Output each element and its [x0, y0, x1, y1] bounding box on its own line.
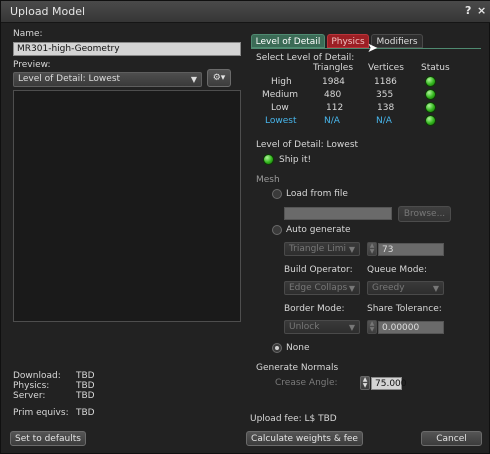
none-radio[interactable] [272, 343, 282, 353]
chevron-down-icon: ▼ [348, 245, 355, 254]
current-lod-label: Level of Detail: Lowest [256, 140, 359, 150]
lod-row-name-lowest[interactable]: Lowest [265, 116, 296, 126]
lod-row-triangles-low: 112 [326, 103, 344, 113]
gear-icon: ⚙▾ [212, 73, 226, 83]
status-ok-icon [425, 89, 436, 100]
lod-row-vertices-lowest: N/A [376, 116, 392, 126]
preview-lod-select-value: Level of Detail: Lowest [18, 74, 121, 84]
triangles-header: Triangles [313, 63, 354, 73]
help-icon[interactable]: ? [465, 4, 471, 17]
chevron-down-icon: ▼ [432, 284, 439, 293]
mesh-section-label: Mesh [256, 175, 280, 185]
lod-row-vertices-low: 138 [377, 103, 395, 113]
upload-fee-label: Upload fee: L$ TBD [250, 414, 337, 424]
tab-level-of-detail[interactable]: Level of Detail [251, 34, 325, 48]
title-bar[interactable]: Upload Model ? × [1, 1, 490, 23]
lod-row-name-high[interactable]: High [271, 77, 292, 87]
chevron-down-icon: ▼ [190, 75, 197, 84]
lod-row-triangles-medium: 480 [324, 90, 342, 100]
download-cost-value: TBD [76, 371, 95, 381]
generate-normals-label: Generate Normals [256, 363, 339, 373]
chevron-down-icon: ▼ [348, 323, 355, 332]
tab-underline [251, 48, 481, 49]
build-operator-label: Build Operator: [284, 265, 353, 275]
queue-mode-label: Queue Mode: [367, 265, 427, 275]
status-header: Status [421, 63, 450, 73]
lod-row-triangles-lowest: N/A [324, 116, 340, 126]
crease-angle-stepper[interactable]: ▲ ▼ [360, 376, 370, 390]
share-tolerance-stepper[interactable]: ▲ ▼ [367, 320, 377, 334]
none-label: None [286, 343, 310, 353]
file-path-input[interactable] [284, 207, 392, 220]
share-tolerance-input[interactable]: 0.00000 [378, 321, 444, 334]
mouse-cursor-icon: ➤ [367, 41, 378, 56]
lod-row-vertices-medium: 355 [376, 90, 394, 100]
calculate-weights-fee-button[interactable]: Calculate weights & fee [246, 431, 363, 446]
border-mode-label: Border Mode: [284, 304, 345, 314]
triangle-limit-select-value: Triangle Limi [289, 244, 346, 254]
vertices-header: Vertices [368, 63, 404, 73]
chevron-down-icon: ▼ [348, 284, 355, 293]
share-tolerance-label: Share Tolerance: [367, 304, 442, 314]
ship-it-status-icon [263, 154, 274, 165]
auto-generate-radio[interactable] [272, 225, 282, 235]
set-to-defaults-button[interactable]: Set to defaults [10, 431, 86, 446]
select-lod-label: Select Level of Detail: [256, 53, 355, 63]
tab-modifiers[interactable]: Modifiers [371, 34, 423, 48]
queue-mode-select-value: Greedy [372, 283, 405, 293]
load-from-file-radio[interactable] [272, 189, 282, 199]
lod-row-name-low[interactable]: Low [271, 103, 289, 113]
close-icon[interactable]: × [477, 4, 486, 17]
name-input[interactable]: MR301-high-Geometry [13, 42, 241, 56]
physics-cost-label: Physics: [13, 381, 50, 391]
lod-row-name-medium[interactable]: Medium [262, 90, 298, 100]
preview-lod-select[interactable]: Level of Detail: Lowest ▼ [13, 72, 202, 87]
server-cost-label: Server: [13, 391, 46, 401]
gear-menu-button[interactable]: ⚙▾ [207, 69, 231, 87]
build-operator-select[interactable]: Edge Collaps ▼ [284, 281, 360, 295]
upload-model-window: Upload Model ? × Name: MR301-high-Geomet… [0, 0, 490, 454]
download-cost-label: Download: [13, 371, 61, 381]
preview-label: Preview: [13, 60, 51, 70]
lod-row-triangles-high: 1984 [322, 77, 345, 87]
triangle-limit-stepper[interactable]: ▲ ▼ [367, 242, 377, 256]
lod-row-vertices-high: 1186 [374, 77, 397, 87]
border-mode-select[interactable]: Unlock ▼ [284, 320, 360, 334]
status-ok-icon [425, 115, 436, 126]
triangle-limit-input[interactable]: 73 [378, 243, 444, 256]
name-label: Name: [13, 29, 43, 39]
model-preview-viewport[interactable] [13, 90, 241, 322]
status-ok-icon [425, 102, 436, 113]
border-mode-select-value: Unlock [289, 322, 320, 332]
server-cost-value: TBD [76, 391, 95, 401]
prim-equivs-label: Prim equivs: [13, 408, 69, 418]
queue-mode-select[interactable]: Greedy ▼ [367, 281, 444, 295]
crease-angle-label: Crease Angle: [275, 378, 338, 388]
crease-angle-input[interactable]: 75.000 [371, 377, 407, 390]
ship-it-label: Ship it! [279, 155, 312, 165]
triangle-limit-select[interactable]: Triangle Limi ▼ [284, 242, 360, 256]
build-operator-select-value: Edge Collaps [289, 283, 348, 293]
physics-cost-value: TBD [76, 381, 95, 391]
prim-equivs-value: TBD [76, 408, 95, 418]
browse-button[interactable]: Browse... [398, 206, 451, 222]
cancel-button[interactable]: Cancel [421, 431, 482, 446]
load-from-file-label: Load from file [286, 189, 348, 199]
status-ok-icon [425, 76, 436, 87]
tab-physics[interactable]: Physics [327, 34, 369, 48]
auto-generate-label: Auto generate [286, 225, 351, 235]
window-title: Upload Model [10, 5, 86, 18]
